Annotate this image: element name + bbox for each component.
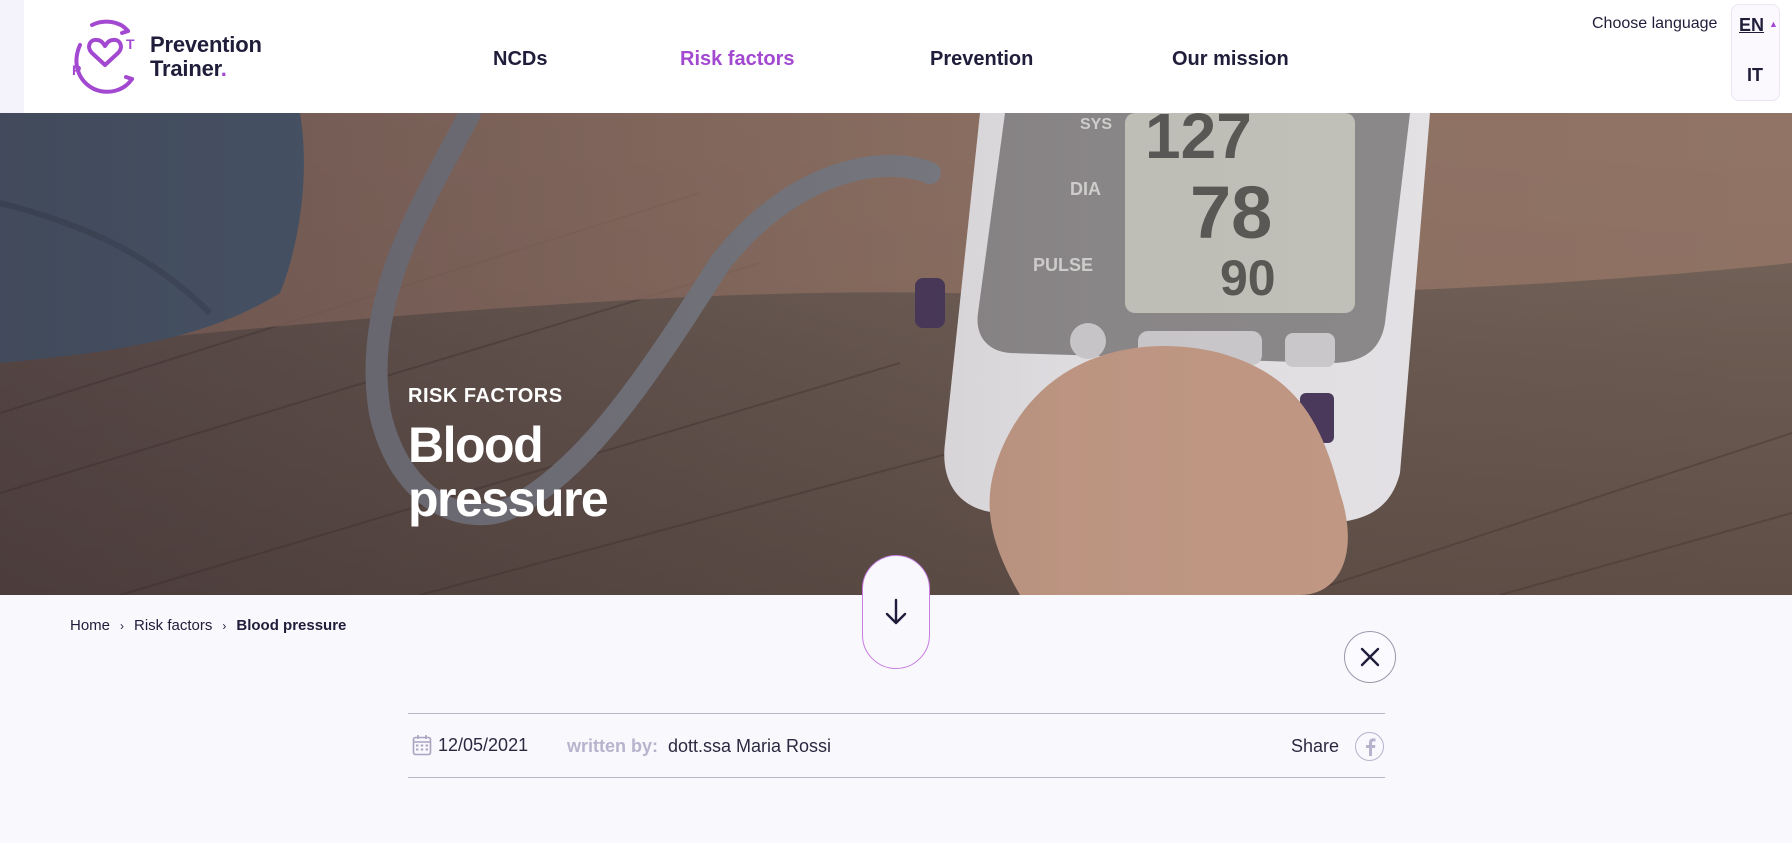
logo-line-1: Prevention: [150, 32, 262, 57]
logo-link[interactable]: P T Prevention Trainer.: [70, 18, 280, 96]
author-label: written by:: [567, 736, 659, 756]
language-switcher: EN ▲ IT: [1731, 4, 1780, 101]
scroll-down-button[interactable]: [862, 555, 930, 669]
breadcrumb-current: Blood pressure: [236, 617, 347, 634]
arrow-down-icon: [885, 598, 907, 625]
language-label: Choose language: [1592, 15, 1718, 32]
language-option-it[interactable]: IT: [1747, 65, 1763, 86]
article-meta-bar: 12/05/2021 written by: dott.ssa Maria Ro…: [408, 713, 1385, 778]
chevron-right-icon: ›: [222, 618, 227, 633]
article-date: 12/05/2021: [412, 734, 528, 756]
svg-text:P: P: [72, 62, 81, 78]
facebook-icon: [1365, 737, 1375, 756]
logo-line-2-text: Trainer: [150, 56, 221, 81]
nav-item-ncds[interactable]: NCDs: [493, 48, 547, 71]
share-label: Share: [1291, 736, 1340, 756]
caret-up-icon[interactable]: ▲: [1769, 19, 1778, 29]
chevron-right-icon: ›: [120, 618, 125, 633]
nav-item-risk-factors[interactable]: Risk factors: [680, 48, 795, 71]
calendar-icon: [412, 735, 432, 756]
share-facebook-button[interactable]: [1355, 732, 1384, 761]
breadcrumb: Home › Risk factors › Blood pressure: [70, 617, 346, 634]
logo-dot: .: [220, 56, 227, 81]
logo-wordmark: Prevention Trainer.: [150, 33, 262, 81]
header-edge-strip: [0, 0, 24, 113]
nav-item-our-mission[interactable]: Our mission: [1172, 48, 1289, 71]
article-date-text: 12/05/2021: [438, 734, 529, 755]
hero-kicker: RISK FACTORS: [408, 385, 563, 407]
site-header: P T Prevention Trainer. NCDs Risk factor…: [0, 0, 1792, 113]
svg-text:T: T: [126, 36, 135, 52]
hero-overlay: [0, 113, 1792, 595]
author-name: dott.ssa Maria Rossi: [668, 736, 832, 756]
page-title: Blood pressure: [408, 417, 609, 527]
logo-line-2: Trainer.: [150, 57, 262, 81]
language-option-en[interactable]: EN: [1739, 15, 1764, 36]
close-button[interactable]: [1344, 631, 1396, 683]
breadcrumb-home[interactable]: Home: [70, 617, 110, 634]
close-icon: [1360, 647, 1380, 667]
hero-banner: 127 78 90 SYS DIA PULSE RISK FACTORS Blo…: [0, 113, 1792, 595]
nav-item-prevention[interactable]: Prevention: [930, 48, 1033, 71]
breadcrumb-risk-factors[interactable]: Risk factors: [134, 617, 212, 634]
heart-in-hands-icon: P T: [72, 19, 135, 94]
